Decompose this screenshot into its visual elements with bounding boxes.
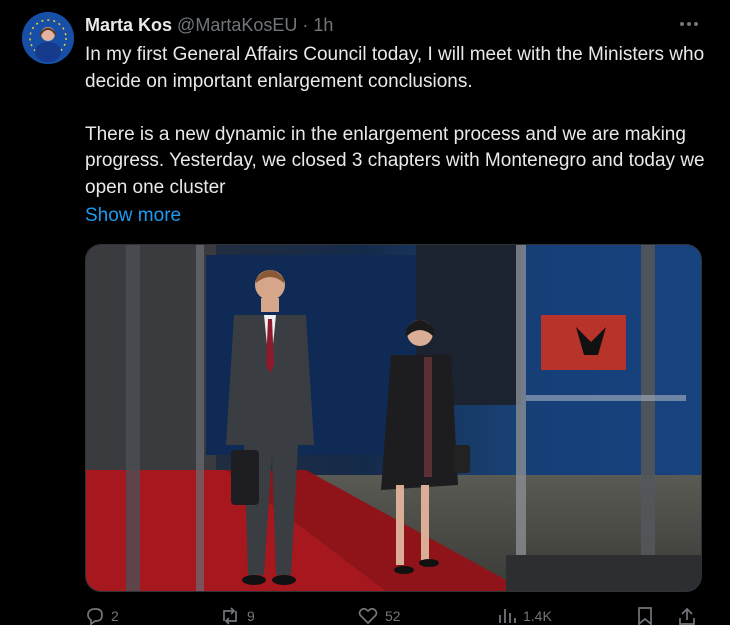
reply-count: 2 — [111, 608, 119, 624]
avatar[interactable] — [22, 12, 74, 64]
separator-dot: · — [302, 15, 309, 35]
views-button[interactable]: 1.4K — [497, 606, 552, 625]
tweet-paragraph-2: There is a new dynamic in the enlargemen… — [85, 123, 705, 198]
share-icon — [677, 606, 697, 625]
repost-icon — [219, 606, 241, 625]
views-icon — [497, 606, 517, 625]
tweet[interactable]: Marta Kos @MartaKosEU · 1h In my first G… — [0, 0, 730, 625]
tweet-text: In my first General Affairs Council toda… — [85, 42, 705, 201]
tweet-paragraph-1: In my first General Affairs Council toda… — [85, 44, 705, 92]
more-options-icon[interactable] — [678, 16, 700, 32]
author-display-name[interactable]: Marta Kos — [85, 15, 172, 35]
repost-button[interactable]: 9 — [219, 606, 255, 625]
like-button[interactable]: 52 — [357, 606, 401, 625]
views-count: 1.4K — [523, 608, 552, 624]
show-more-link[interactable]: Show more — [85, 203, 181, 229]
bookmark-icon — [636, 606, 654, 625]
reply-button[interactable]: 2 — [85, 606, 119, 625]
bookmark-button[interactable] — [636, 606, 654, 625]
author-handle[interactable]: @MartaKosEU — [177, 15, 297, 35]
tweet-media-image[interactable] — [85, 244, 702, 592]
reply-icon — [85, 606, 105, 625]
like-count: 52 — [385, 608, 401, 624]
share-button[interactable] — [677, 606, 697, 625]
repost-count: 9 — [247, 608, 255, 624]
timestamp[interactable]: 1h — [313, 15, 333, 35]
tweet-header: Marta Kos @MartaKosEU · 1h — [85, 14, 333, 36]
tweet-actions: 2 9 52 1.4K — [85, 606, 705, 625]
heart-icon — [357, 606, 379, 625]
